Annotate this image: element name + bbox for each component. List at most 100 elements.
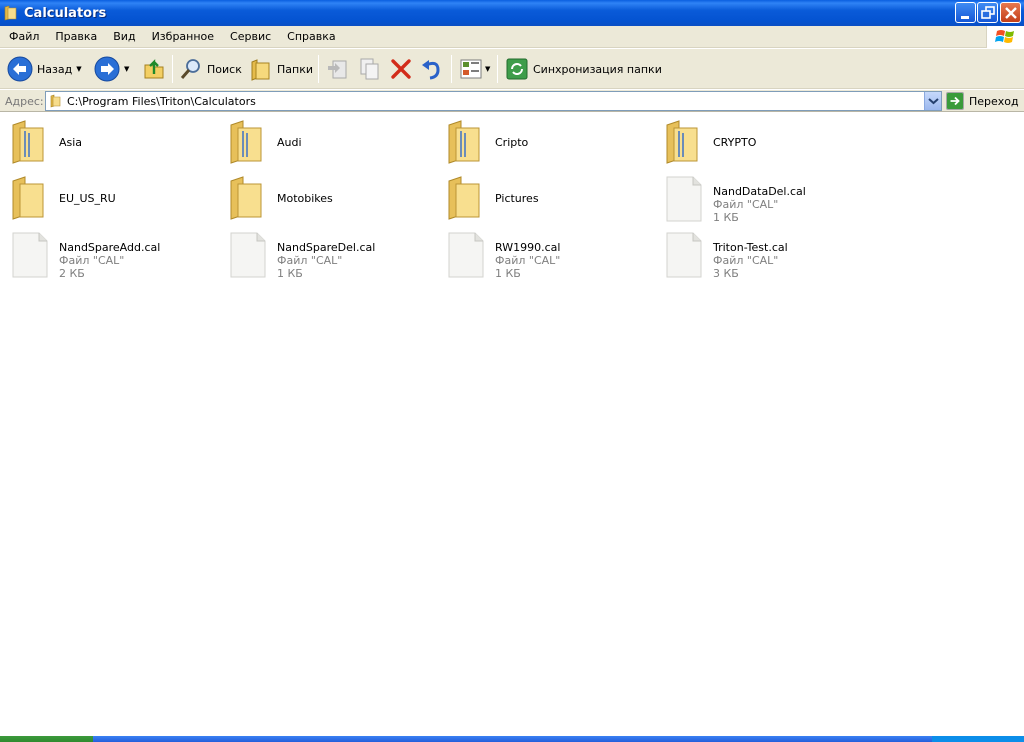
search-label: Поиск (207, 62, 242, 76)
folder-icon (448, 176, 480, 220)
folder-item[interactable]: CRYPTO (654, 113, 864, 165)
close-button[interactable] (1000, 2, 1021, 23)
window-title: Calculators (24, 5, 107, 21)
toolbar-separator (318, 55, 319, 83)
chevron-down-icon[interactable]: ▼ (124, 65, 129, 73)
chevron-down-icon (928, 98, 939, 105)
folder-icon (50, 94, 61, 108)
folder-item[interactable]: Motobikes (218, 169, 428, 221)
menu-view[interactable]: Вид (105, 26, 143, 48)
item-name: RW1990.cal (495, 241, 561, 254)
toolbar: Назад ▼ ▼ Поиск Папки ▼ Синхронизация па… (0, 49, 1024, 89)
sync-folder-button[interactable]: Синхронизация папки (505, 53, 662, 85)
address-bar: Адрес: C:\Program Files\Triton\Calculato… (0, 90, 1024, 112)
start-button[interactable] (0, 736, 93, 742)
item-size: 2 КБ (59, 267, 85, 280)
minimize-icon (961, 16, 969, 19)
item-type: Файл "CAL" (713, 198, 779, 211)
file-item[interactable]: Triton-Test.cal Файл "CAL" 3 КБ (654, 232, 864, 284)
item-name: Pictures (495, 192, 539, 205)
delete-button[interactable] (389, 53, 413, 85)
folders-button[interactable]: Папки (249, 53, 313, 85)
undo-button[interactable] (420, 53, 444, 85)
toolbar-separator (451, 55, 452, 83)
file-item[interactable]: RW1990.cal Файл "CAL" 1 КБ (436, 232, 646, 284)
delete-icon (391, 59, 411, 79)
item-name: NandSpareAdd.cal (59, 241, 161, 254)
toolbar-separator (497, 55, 498, 83)
views-button[interactable]: ▼ (459, 53, 490, 85)
folder-icon (4, 5, 17, 21)
menu-favorites[interactable]: Избранное (144, 26, 222, 48)
chevron-down-icon[interactable]: ▼ (76, 65, 81, 73)
taskbar (0, 736, 1024, 742)
minimize-button[interactable] (955, 2, 976, 23)
menu-tools[interactable]: Сервис (222, 26, 279, 48)
go-button[interactable]: Переход (946, 91, 1019, 111)
up-folder-button[interactable] (141, 53, 167, 85)
go-arrow-icon (946, 92, 964, 110)
toolbar-separator (172, 55, 173, 83)
item-size: 1 КБ (277, 267, 303, 280)
item-size: 3 КБ (713, 267, 739, 280)
document-icon (230, 232, 266, 278)
copy-to-button[interactable] (357, 53, 381, 85)
document-icon (666, 232, 702, 278)
menu-file[interactable]: Файл (0, 26, 47, 48)
folder-icon (666, 120, 698, 164)
item-name: Asia (59, 136, 83, 149)
go-label: Переход (969, 94, 1019, 108)
address-dropdown-button[interactable] (924, 92, 941, 110)
menu-help[interactable]: Справка (279, 26, 343, 48)
file-item[interactable]: NandDataDel.cal Файл "CAL" 1 КБ (654, 176, 864, 228)
folder-icon (230, 120, 262, 164)
folder-icon (230, 176, 262, 220)
address-input[interactable]: C:\Program Files\Triton\Calculators (45, 91, 942, 111)
item-name: EU_US_RU (59, 192, 116, 205)
file-item[interactable]: NandSpareDel.cal Файл "CAL" 1 КБ (218, 232, 428, 284)
folder-item[interactable]: EU_US_RU (0, 169, 210, 221)
address-path: C:\Program Files\Triton\Calculators (67, 95, 256, 108)
document-icon (448, 232, 484, 278)
item-size: 1 КБ (713, 211, 739, 224)
chevron-down-icon[interactable]: ▼ (485, 65, 490, 73)
folder-icon (448, 120, 480, 164)
file-list[interactable]: Asia Audi Cripto CRYPTO EU_US_RU Motobik… (0, 113, 1024, 736)
search-icon (180, 59, 200, 79)
folder-item[interactable]: Audi (218, 113, 428, 165)
forward-arrow-icon (94, 56, 120, 82)
back-label: Назад (37, 62, 73, 76)
file-item[interactable]: NandSpareAdd.cal Файл "CAL" 2 КБ (0, 232, 210, 284)
back-button[interactable]: Назад ▼ (7, 53, 82, 85)
folder-icon (12, 176, 44, 220)
move-to-button[interactable] (326, 53, 350, 85)
folder-item[interactable]: Pictures (436, 169, 646, 221)
restore-button[interactable] (977, 2, 998, 23)
item-type: Файл "CAL" (495, 254, 561, 267)
menu-edit[interactable]: Правка (47, 26, 105, 48)
item-name: Cripto (495, 136, 529, 149)
item-name: CRYPTO (713, 136, 757, 149)
restore-icon (981, 6, 995, 19)
item-name: NandSpareDel.cal (277, 241, 376, 254)
folder-icon (12, 120, 44, 164)
close-icon (1005, 7, 1017, 19)
item-type: Файл "CAL" (59, 254, 125, 267)
sync-icon (506, 58, 528, 80)
item-name: NandDataDel.cal (713, 185, 806, 198)
item-name: Motobikes (277, 192, 333, 205)
item-type: Файл "CAL" (277, 254, 343, 267)
forward-button[interactable]: ▼ (94, 53, 129, 85)
search-button[interactable]: Поиск (179, 53, 242, 85)
folder-item[interactable]: Asia (0, 113, 210, 165)
back-arrow-icon (7, 56, 33, 82)
item-type: Файл "CAL" (713, 254, 779, 267)
folders-icon (251, 59, 270, 81)
title-bar[interactable]: Calculators (0, 0, 1024, 26)
folder-item[interactable]: Cripto (436, 113, 646, 165)
address-label: Адрес: (5, 95, 44, 108)
item-name: Triton-Test.cal (713, 241, 788, 254)
document-icon (12, 232, 48, 278)
copy-to-icon (360, 58, 379, 80)
views-icon (460, 59, 482, 79)
